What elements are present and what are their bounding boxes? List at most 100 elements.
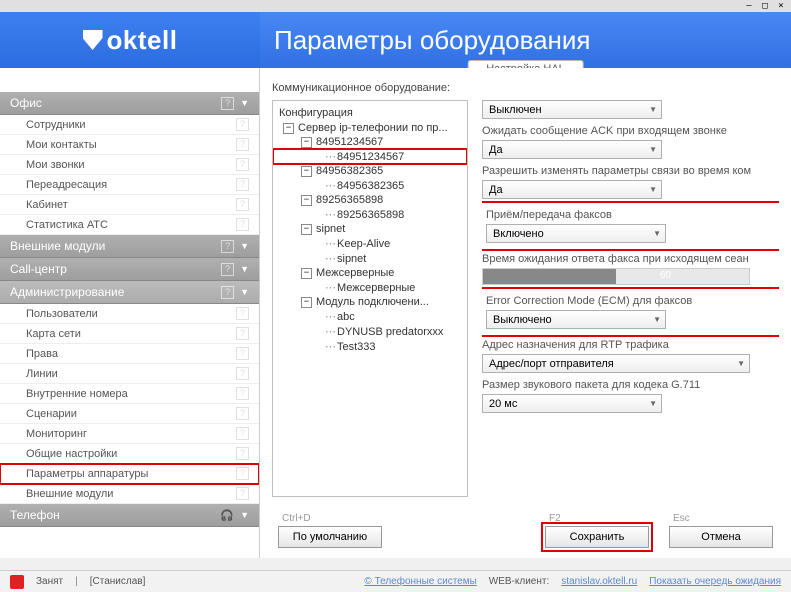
sidebar-item-forwarding[interactable]: Переадресация?	[0, 175, 259, 195]
cancel-button[interactable]: Отмена	[669, 526, 773, 548]
collapse-icon[interactable]: −	[301, 224, 312, 235]
sidebar-item-general-settings[interactable]: Общие настройки?	[0, 444, 259, 464]
collapse-icon[interactable]: −	[301, 195, 312, 206]
help-icon[interactable]: ?	[236, 138, 249, 151]
tree-node[interactable]: ⋯84956382365	[273, 178, 467, 193]
sidebar-item-hardware-params[interactable]: Параметры аппаратуры?	[0, 464, 259, 484]
tree-node-server[interactable]: −Сервер ip-телефонии по пр...	[273, 121, 467, 135]
form-label: Время ожидания ответа факса при исходяще…	[482, 253, 779, 265]
app-logo: oktell	[83, 25, 178, 56]
tree-node[interactable]: ⋯DYNUSB predatorxxx	[273, 324, 467, 339]
help-icon[interactable]: ?	[236, 447, 249, 460]
help-icon[interactable]: ?	[236, 327, 249, 340]
tree-leaf-icon: ⋯	[325, 252, 335, 265]
dropdown-state[interactable]: Выключен▼	[482, 100, 662, 119]
sidebar-item-rights[interactable]: Права?	[0, 344, 259, 364]
tree-node[interactable]: −sipnet	[273, 222, 467, 236]
sidebar-section-label: Офис	[10, 96, 42, 110]
dropdown-rtp-dest[interactable]: Адрес/порт отправителя▼	[482, 354, 750, 373]
help-icon[interactable]: ?	[236, 158, 249, 171]
dropdown-packet-size[interactable]: 20 мс▼	[482, 394, 662, 413]
sidebar-section-phone[interactable]: Телефон 🎧▼	[0, 504, 259, 527]
tree-node[interactable]: ⋯Test333	[273, 339, 467, 354]
sidebar-item-internal-numbers[interactable]: Внутренние номера?	[0, 384, 259, 404]
help-icon[interactable]: ?	[221, 97, 234, 110]
settings-form: Выключен▼ Ожидать сообщение ACK при вход…	[482, 100, 779, 497]
help-icon[interactable]: ?	[236, 427, 249, 440]
help-icon[interactable]: ?	[236, 307, 249, 320]
collapse-icon[interactable]: −	[283, 123, 294, 134]
help-icon[interactable]: ?	[236, 218, 249, 231]
tree-leaf-icon: ⋯	[325, 340, 335, 353]
sidebar-section-label: Call-центр	[10, 262, 67, 276]
tree-node[interactable]: ⋯Keep-Alive	[273, 236, 467, 251]
help-icon[interactable]: ?	[236, 387, 249, 400]
tree-node[interactable]: ⋯abc	[273, 309, 467, 324]
status-user: [Станислав]	[90, 576, 146, 587]
sidebar-item-lines[interactable]: Линии?	[0, 364, 259, 384]
sidebar-item-contacts[interactable]: Мои контакты?	[0, 135, 259, 155]
tree-leaf-icon: ⋯	[325, 208, 335, 221]
chevron-down-icon: ▼	[240, 241, 249, 251]
config-tree[interactable]: Конфигурация −Сервер ip-телефонии по пр.…	[272, 100, 468, 497]
help-icon[interactable]: ?	[236, 367, 249, 380]
sidebar-section-admin[interactable]: Администрирование ?▼	[0, 281, 259, 304]
help-icon[interactable]: ?	[221, 240, 234, 253]
dropdown-allow-change[interactable]: Да▼	[482, 180, 662, 199]
tree-node[interactable]: −89256365898	[273, 193, 467, 207]
help-icon[interactable]: ?	[236, 118, 249, 131]
tree-node[interactable]: −Межсерверные	[273, 266, 467, 280]
help-icon[interactable]: ?	[221, 286, 234, 299]
help-icon[interactable]: ?	[236, 347, 249, 360]
help-icon[interactable]: ?	[236, 467, 249, 480]
sidebar-item-external-modules[interactable]: Внешние модули?	[0, 484, 259, 504]
slider-fax-timeout[interactable]: 60	[482, 268, 750, 285]
tree-node[interactable]: ⋯89256365898	[273, 207, 467, 222]
sidebar-section-office[interactable]: Офис ?▼	[0, 92, 259, 115]
sidebar-item-scenarios[interactable]: Сценарии?	[0, 404, 259, 424]
copyright-link[interactable]: © Телефонные системы	[364, 576, 476, 587]
sidebar-section-external[interactable]: Внешние модули ?▼	[0, 235, 259, 258]
chevron-down-icon: ▼	[649, 105, 657, 114]
help-icon[interactable]: ?	[236, 178, 249, 191]
tree-leaf-icon: ⋯	[325, 281, 335, 294]
chevron-down-icon: ▼	[653, 229, 661, 238]
dropdown-ecm[interactable]: Выключено▼	[486, 310, 666, 329]
form-label: Error Correction Mode (ECM) для факсов	[486, 295, 775, 307]
highlighted-group-fax: Приём/передача факсов Включено▼	[482, 205, 779, 247]
tree-node[interactable]: ⋯sipnet	[273, 251, 467, 266]
tree-node[interactable]: −84951234567	[273, 135, 467, 149]
collapse-icon[interactable]: −	[301, 268, 312, 279]
collapse-icon[interactable]: −	[301, 137, 312, 148]
help-icon[interactable]: ?	[236, 198, 249, 211]
sidebar-item-ats-stats[interactable]: Статистика АТС?	[0, 215, 259, 235]
collapse-icon[interactable]: −	[301, 297, 312, 308]
sidebar-item-users[interactable]: Пользователи?	[0, 304, 259, 324]
sidebar-item-netmap[interactable]: Карта сети?	[0, 324, 259, 344]
sidebar-item-calls[interactable]: Мои звонки?	[0, 155, 259, 175]
close-button[interactable]: ×	[775, 1, 787, 11]
help-icon[interactable]: ?	[236, 487, 249, 500]
tree-node[interactable]: −84956382365	[273, 164, 467, 178]
tree-node[interactable]: ⋯Межсерверные	[273, 280, 467, 295]
sidebar-item-monitoring[interactable]: Мониторинг?	[0, 424, 259, 444]
sidebar-item-cabinet[interactable]: Кабинет?	[0, 195, 259, 215]
default-button[interactable]: По умолчанию	[278, 526, 382, 548]
show-queue-link[interactable]: Показать очередь ожидания	[649, 576, 781, 587]
sidebar-section-callcenter[interactable]: Call-центр ?▼	[0, 258, 259, 281]
slider-value: 60	[660, 270, 671, 281]
save-button[interactable]: Сохранить	[545, 526, 649, 548]
web-url-link[interactable]: stanislav.oktell.ru	[561, 576, 637, 587]
status-indicator-icon[interactable]	[10, 575, 24, 589]
dropdown-ack[interactable]: Да▼	[482, 140, 662, 159]
maximize-button[interactable]: □	[759, 1, 771, 11]
tree-node-selected[interactable]: ⋯84951234567	[273, 149, 467, 164]
dropdown-fax-mode[interactable]: Включено▼	[486, 224, 666, 243]
minimize-button[interactable]: –	[743, 1, 755, 11]
help-icon[interactable]: ?	[221, 263, 234, 276]
help-icon[interactable]: ?	[236, 407, 249, 420]
collapse-icon[interactable]: −	[301, 166, 312, 177]
tree-node[interactable]: −Модуль подключени...	[273, 295, 467, 309]
tree-leaf-icon: ⋯	[325, 237, 335, 250]
sidebar-item-employees[interactable]: Сотрудники?	[0, 115, 259, 135]
